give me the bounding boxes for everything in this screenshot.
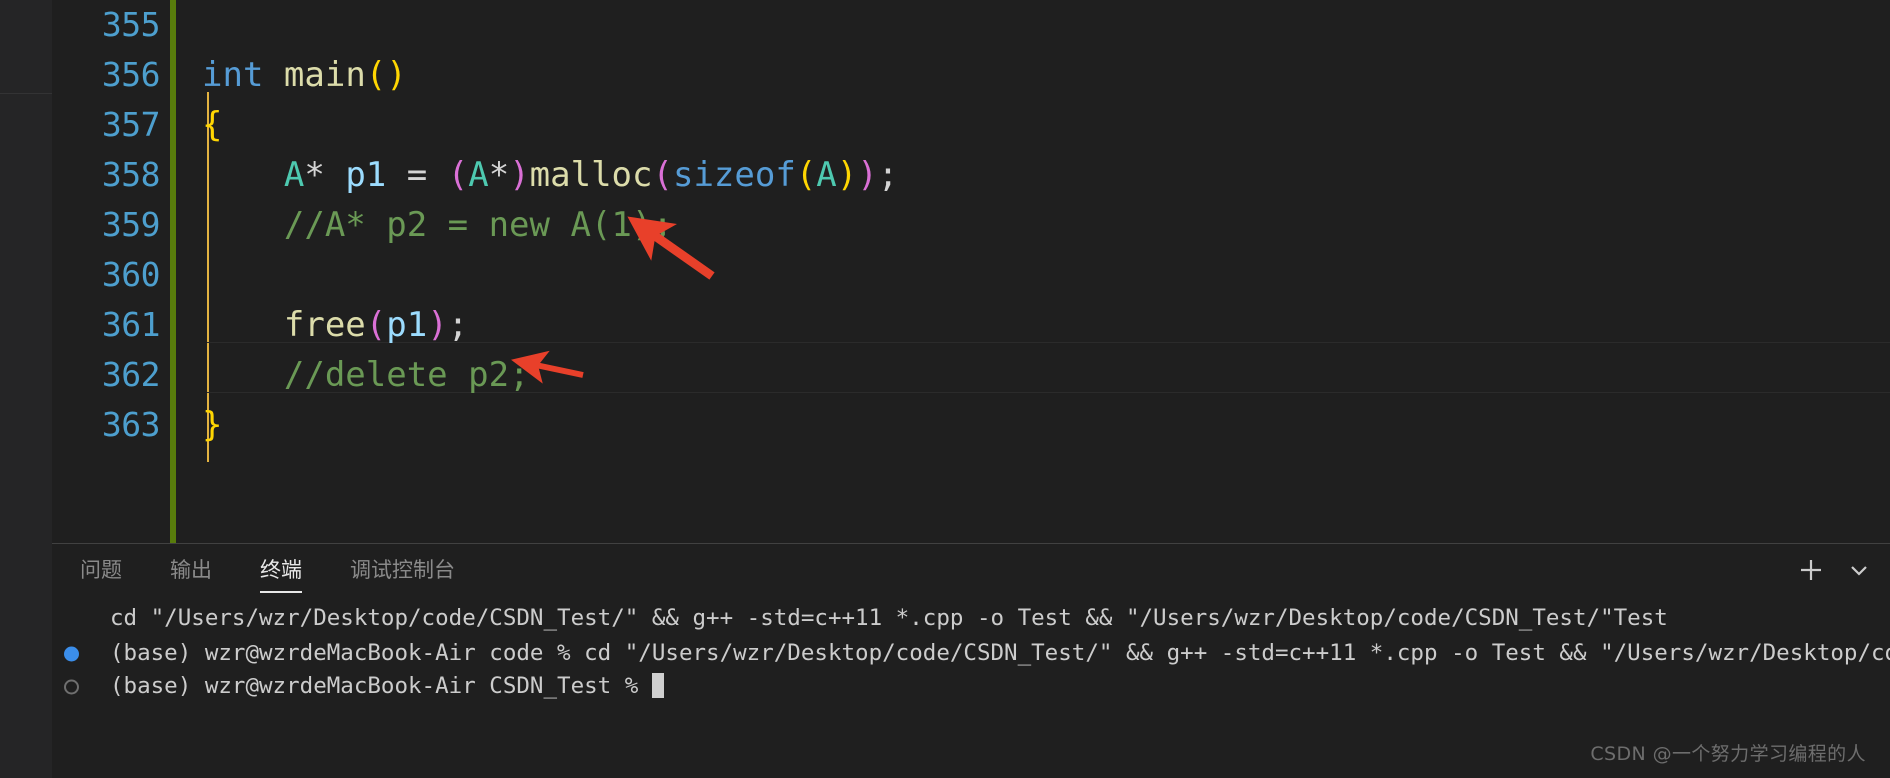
code-line[interactable]: 360 bbox=[52, 250, 1890, 300]
code-line[interactable]: 357 { bbox=[52, 100, 1890, 150]
code-token: A bbox=[816, 155, 837, 195]
code-token: ) bbox=[509, 155, 530, 195]
code-token: ) bbox=[857, 155, 878, 195]
code-line[interactable]: 361 free(p1); bbox=[52, 300, 1890, 350]
line-number: 359 bbox=[101, 205, 161, 244]
terminal-line: (base) wzr@wzrdeMacBook-Air CSDN_Test % bbox=[52, 670, 1890, 703]
code-token: ) bbox=[427, 305, 448, 345]
code-line[interactable]: 363} bbox=[52, 400, 1890, 450]
line-number: 360 bbox=[101, 255, 161, 294]
code-token: p1 bbox=[345, 155, 387, 195]
line-number: 363 bbox=[101, 405, 161, 444]
code-token: ( bbox=[447, 155, 469, 195]
chevron-down-icon[interactable] bbox=[1842, 553, 1876, 587]
code-text: { bbox=[202, 100, 222, 150]
code-token: { bbox=[202, 105, 223, 145]
line-number: 355 bbox=[101, 5, 161, 44]
code-token: //A* p2 = new A(1); bbox=[283, 205, 673, 245]
code-token: ; bbox=[877, 155, 899, 195]
code-token: = bbox=[406, 155, 428, 195]
code-text: //delete p2; bbox=[202, 350, 530, 400]
code-line[interactable]: 355 bbox=[52, 0, 1890, 50]
line-number: 361 bbox=[101, 305, 161, 344]
panel-tab-0[interactable]: 问题 bbox=[80, 544, 122, 596]
code-line[interactable]: 358 A* p1 = (A*)malloc(sizeof(A)); bbox=[52, 150, 1890, 200]
terminal-line: (base) wzr@wzrdeMacBook-Air code % cd "/… bbox=[52, 637, 1890, 670]
terminal-line-text: (base) wzr@wzrdeMacBook-Air code % cd "/… bbox=[110, 640, 1890, 666]
panel-tab-3[interactable]: 调试控制台 bbox=[350, 544, 455, 596]
code-token: //delete p2; bbox=[283, 355, 530, 395]
code-token: p1 bbox=[386, 305, 428, 345]
panel-action-buttons bbox=[1794, 544, 1876, 596]
panel-tab-1[interactable]: 输出 bbox=[170, 544, 212, 596]
line-number: 356 bbox=[101, 55, 161, 94]
line-number: 362 bbox=[101, 355, 161, 394]
code-line[interactable]: 362 //delete p2; bbox=[52, 350, 1890, 400]
command-succeeded-marker-icon bbox=[64, 679, 79, 694]
vscode-window: 355 356 int main() 357{358 A* p1 = (A*)mall… bbox=[0, 0, 1890, 778]
terminal-line: cd "/Users/wzr/Desktop/code/CSDN_Test/" … bbox=[52, 596, 1890, 637]
code-text: A* p1 = (A*)malloc(sizeof(A)); bbox=[202, 150, 898, 200]
code-line[interactable]: 356 int main() bbox=[52, 50, 1890, 100]
activity-bar-seam bbox=[0, 93, 52, 94]
code-token: A bbox=[283, 155, 305, 195]
code-text: } bbox=[202, 400, 222, 450]
code-token: () bbox=[365, 55, 407, 95]
code-token: * bbox=[304, 155, 346, 195]
panel-tab-2[interactable]: 终端 bbox=[260, 544, 302, 596]
code-text: free(p1); bbox=[202, 300, 468, 350]
code-token: sizeof bbox=[672, 155, 796, 195]
terminal-line-text: cd "/Users/wzr/Desktop/code/CSDN_Test/" … bbox=[110, 605, 1668, 631]
line-number: 357 bbox=[101, 105, 161, 144]
code-token: ( bbox=[795, 155, 817, 195]
new-terminal-icon[interactable] bbox=[1794, 553, 1828, 587]
terminal-line-text: (base) wzr@wzrdeMacBook-Air CSDN_Test % bbox=[110, 673, 652, 699]
panel-tab-list: 问题 输出 终端 调试控制台 bbox=[52, 544, 503, 596]
code-token: ) bbox=[836, 155, 858, 195]
code-text: //A* p2 = new A(1); bbox=[202, 200, 673, 250]
code-token: A bbox=[468, 155, 489, 195]
code-token: free bbox=[283, 305, 366, 345]
command-running-marker-icon bbox=[64, 646, 79, 661]
code-token: int bbox=[202, 55, 264, 95]
code-token: } bbox=[202, 405, 223, 445]
line-number: 358 bbox=[101, 155, 161, 194]
code-token: * bbox=[488, 155, 510, 195]
code-text: int main() bbox=[202, 50, 407, 100]
code-token: malloc bbox=[529, 155, 653, 195]
code-token: ( bbox=[652, 155, 673, 195]
code-line[interactable]: 359 //A* p2 = new A(1); bbox=[52, 200, 1890, 250]
watermark: CSDN @一个努力学习编程的人 bbox=[1590, 743, 1866, 765]
code-token: ; bbox=[447, 305, 469, 345]
code-editor[interactable]: 355 356 int main() 357{358 A* p1 = (A*)mall… bbox=[52, 0, 1890, 543]
code-token: ( bbox=[365, 305, 387, 345]
code-lines-container: 355 356 int main() 357{358 A* p1 = (A*)mall… bbox=[52, 0, 1890, 450]
code-token: main bbox=[283, 55, 366, 95]
activity-bar-strip bbox=[0, 0, 52, 778]
terminal-cursor bbox=[651, 673, 664, 698]
